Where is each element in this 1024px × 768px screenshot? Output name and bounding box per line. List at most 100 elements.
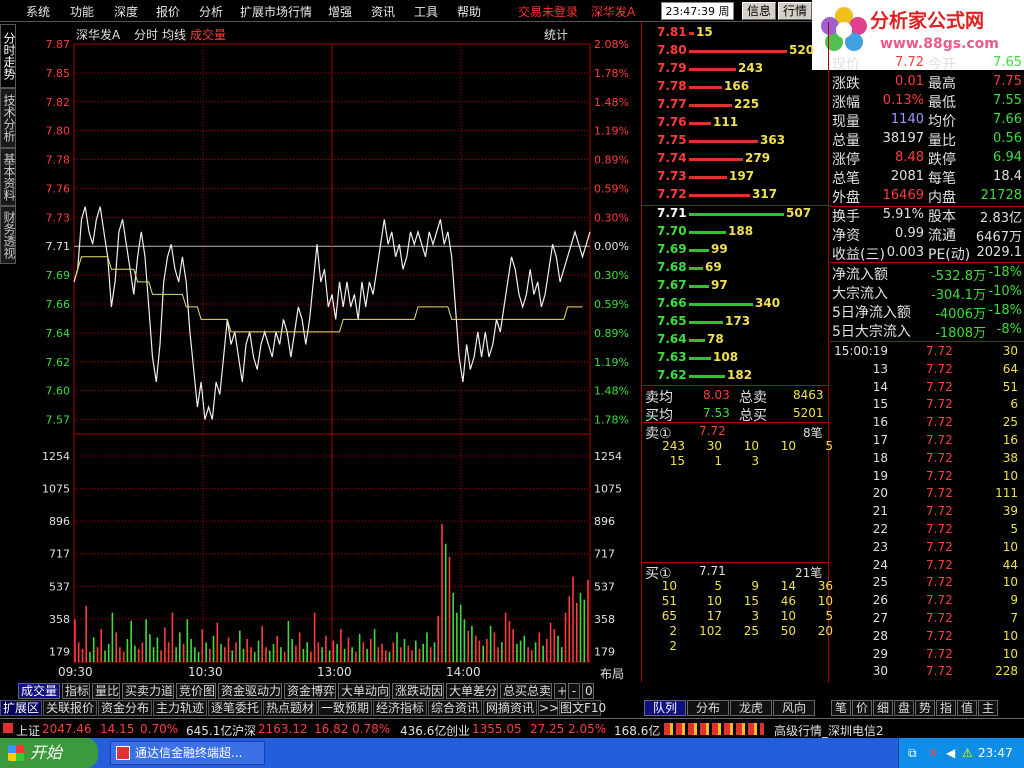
right-panel-tab[interactable]: 细 xyxy=(873,700,893,716)
flow-label: 大宗流入 xyxy=(832,286,888,302)
extension-tab[interactable]: 扩展区 xyxy=(0,700,42,716)
tick-price: 7.72 xyxy=(926,468,953,483)
extension-tab[interactable]: 逐笔委托 xyxy=(208,700,262,716)
bid-price[interactable]: 7.64 xyxy=(657,332,687,346)
indicator-tab[interactable]: + xyxy=(554,683,567,699)
indicator-tab[interactable]: 指标 xyxy=(62,683,90,699)
quote-value: 7.66 xyxy=(993,112,1022,127)
volume-tick-label-right: 896 xyxy=(594,515,615,528)
bid-price[interactable]: 7.65 xyxy=(657,314,687,328)
menu-depth[interactable]: 深度 xyxy=(114,3,138,20)
cy-label[interactable]: 创业 xyxy=(446,722,470,739)
indicator-tab[interactable]: 资金驱动力 xyxy=(218,683,282,699)
extension-tab[interactable]: 综合资讯 xyxy=(428,700,482,716)
login-status[interactable]: 交易未登录 xyxy=(518,3,578,20)
tab-technical[interactable]: 技术分析 xyxy=(0,88,16,148)
extension-tab[interactable]: 图文F10 xyxy=(559,700,606,716)
quote-button[interactable]: 行情 xyxy=(778,2,812,20)
right-panel-tab[interactable]: 笔 xyxy=(831,700,851,716)
right-panel-tab[interactable]: 分布 xyxy=(687,700,729,716)
network-icon[interactable]: ⧉ xyxy=(908,746,917,761)
ask-price[interactable]: 7.74 xyxy=(657,151,687,165)
right-panel-tab[interactable]: 风向 xyxy=(773,700,815,716)
bid-price[interactable]: 7.62 xyxy=(657,368,687,382)
indicator-tab[interactable]: 总买总卖 xyxy=(500,683,552,699)
taskbar-app-item[interactable]: 通达信金融终端超... xyxy=(110,741,265,765)
ask-price[interactable]: 7.77 xyxy=(657,97,687,111)
menu-analysis[interactable]: 分析 xyxy=(199,3,223,20)
bid-volume-bar xyxy=(689,249,709,252)
menu-news[interactable]: 资讯 xyxy=(371,3,395,20)
bid-price[interactable]: 7.70 xyxy=(657,224,687,238)
indicator-tab[interactable]: 涨跌动因 xyxy=(392,683,444,699)
right-panel-tab[interactable]: 指 xyxy=(936,700,956,716)
bid-price[interactable]: 7.66 xyxy=(657,296,687,310)
extension-tab[interactable]: 热点题材 xyxy=(263,700,317,716)
menu-tools[interactable]: 工具 xyxy=(414,3,438,20)
right-panel-tab[interactable]: 价 xyxy=(852,700,872,716)
intraday-chart[interactable]: 7.87 2.08% 7.85 1.78% 7.82 1.48% 7.80 1.19% 7.78… xyxy=(16,22,642,682)
indicator-tab[interactable]: 大单差分 xyxy=(446,683,498,699)
menu-ext-market[interactable]: 扩展市场行情 xyxy=(240,3,312,20)
extension-tab[interactable]: 经济指标 xyxy=(373,700,427,716)
buy-queue-cell: 10 xyxy=(706,594,722,608)
fund-value: 6467万 xyxy=(975,230,1022,245)
bid-price[interactable]: 7.63 xyxy=(657,350,687,364)
sh-label[interactable]: 上证 xyxy=(16,722,40,739)
alert-icon[interactable]: ⚠ xyxy=(962,746,973,760)
indicator-tab[interactable]: 竞价图 xyxy=(176,683,216,699)
bid-price[interactable]: 7.68 xyxy=(657,260,687,274)
ask-price[interactable]: 7.78 xyxy=(657,79,687,93)
ask-price[interactable]: 7.76 xyxy=(657,115,687,129)
layout-button[interactable]: 布局 xyxy=(600,665,624,682)
indicator-tab[interactable]: 资金博弈 xyxy=(284,683,336,699)
extension-tab[interactable]: 资金分布 xyxy=(98,700,152,716)
extension-tab[interactable]: 网摘资讯 xyxy=(483,700,537,716)
buy-queue-cell: 10 xyxy=(817,594,833,608)
right-panel-tab[interactable]: 盘 xyxy=(894,700,914,716)
extension-tab[interactable]: 一致预期 xyxy=(318,700,372,716)
menu-help[interactable]: 帮助 xyxy=(457,3,481,20)
menu-system[interactable]: 系统 xyxy=(26,3,50,20)
ask-price[interactable]: 7.79 xyxy=(657,61,687,75)
volume-icon[interactable]: ◀ xyxy=(946,746,955,760)
ask-price[interactable]: 7.75 xyxy=(657,133,687,147)
menu-enhance[interactable]: 增强 xyxy=(328,3,352,20)
tick-time: 15:00:19 xyxy=(834,344,888,358)
indicator-tab[interactable]: - xyxy=(568,683,580,699)
stats-button[interactable]: 统计 xyxy=(544,26,568,43)
right-panel-tab[interactable]: 队列 xyxy=(644,700,686,716)
bid-price[interactable]: 7.71 xyxy=(657,206,687,220)
bid-price[interactable]: 7.67 xyxy=(657,278,687,292)
right-panel-tab[interactable]: 龙虎 xyxy=(730,700,772,716)
extension-tab[interactable]: >> xyxy=(538,700,559,716)
extension-tab[interactable]: 主力轨迹 xyxy=(153,700,207,716)
intraday-chart-panel[interactable]: 7.87 2.08% 7.85 1.78% 7.82 1.48% 7.80 1.19% 7.78… xyxy=(16,22,642,682)
indicator-tab[interactable]: 买卖力道 xyxy=(122,683,174,699)
price-tick-label: 7.85 xyxy=(46,67,71,80)
menu-quote[interactable]: 报价 xyxy=(156,3,180,20)
tab-fundamentals[interactable]: 基本资料 xyxy=(0,148,16,206)
right-panel-tab[interactable]: 主 xyxy=(978,700,998,716)
ask-price[interactable]: 7.72 xyxy=(657,187,687,201)
indicator-tab[interactable]: 大单动向 xyxy=(338,683,390,699)
sz-label[interactable]: 沪深 xyxy=(232,722,256,739)
extension-tab[interactable]: 关联报价 xyxy=(43,700,97,716)
antivirus-icon[interactable]: ✕ xyxy=(928,746,938,760)
indicator-tab[interactable]: 0 xyxy=(582,683,594,699)
buy1-price: 7.71 xyxy=(699,564,726,578)
server-name[interactable]: 高级行情_深圳电信2 xyxy=(774,722,884,739)
info-button[interactable]: 信息 xyxy=(742,2,776,20)
ask-price[interactable]: 7.73 xyxy=(657,169,687,183)
tab-time-share[interactable]: 分时走势 xyxy=(0,24,16,88)
menu-function[interactable]: 功能 xyxy=(70,3,94,20)
tab-financial[interactable]: 财务透视 xyxy=(0,206,16,264)
ask-price[interactable]: 7.81 xyxy=(657,25,687,39)
bid-price[interactable]: 7.69 xyxy=(657,242,687,256)
right-panel-tab[interactable]: 势 xyxy=(915,700,935,716)
indicator-tab[interactable]: 成交量 xyxy=(18,683,60,699)
ask-price[interactable]: 7.80 xyxy=(657,43,687,57)
right-panel-tab[interactable]: 值 xyxy=(957,700,977,716)
market-breadth-bar xyxy=(664,723,764,735)
indicator-tab[interactable]: 量比 xyxy=(92,683,120,699)
